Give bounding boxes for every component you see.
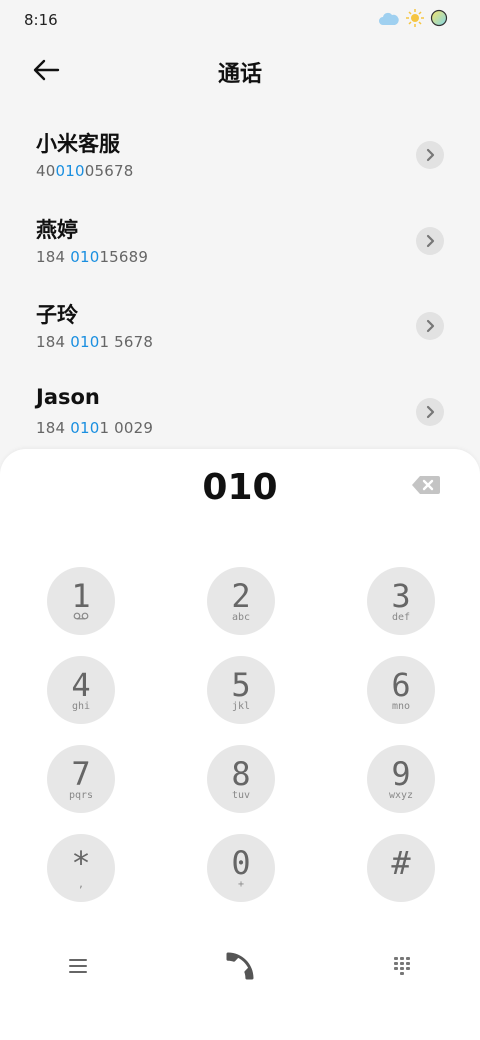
app-header: 通话 <box>0 44 480 96</box>
key-digit: 6 <box>391 666 411 704</box>
key-letters: + <box>237 879 245 890</box>
key-digit: 8 <box>231 755 251 793</box>
matched-digits: 010 <box>70 333 100 351</box>
key-5[interactable]: 5 jkl <box>207 656 275 724</box>
key-digit: 3 <box>391 577 411 615</box>
contact-detail-button[interactable] <box>416 141 444 169</box>
battery-icon <box>430 9 448 31</box>
key-letters: mno <box>391 701 411 712</box>
key-digit: 9 <box>391 755 411 793</box>
key-digit: * <box>71 844 91 882</box>
key-3[interactable]: 3 def <box>367 567 435 635</box>
key-digit: 2 <box>231 577 251 615</box>
key-star[interactable]: * , <box>47 834 115 902</box>
chevron-right-icon <box>426 319 435 333</box>
key-digit: 1 <box>71 577 91 615</box>
key-letters: ghi <box>71 701 91 712</box>
key-hash[interactable]: # <box>367 834 435 902</box>
backspace-button[interactable] <box>411 474 441 496</box>
dialpad-toggle-button[interactable] <box>380 944 424 988</box>
chevron-right-icon <box>426 405 435 418</box>
dialed-number: 010 <box>202 467 278 508</box>
menu-button[interactable] <box>56 944 100 988</box>
key-letters: , <box>77 879 85 890</box>
key-2[interactable]: 2 abc <box>207 567 275 635</box>
key-digit: 0 <box>231 844 251 882</box>
contact-item[interactable]: 小米客服 4001005678 <box>0 112 480 198</box>
status-time: 8:16 <box>24 11 58 29</box>
chevron-right-icon <box>426 148 435 162</box>
contact-name: Jason <box>36 384 100 409</box>
key-digit: 5 <box>231 666 251 704</box>
backspace-icon <box>412 476 440 494</box>
chevron-right-icon <box>426 234 435 247</box>
key-digit: # <box>391 844 411 882</box>
contact-name: 燕婷 <box>36 217 78 242</box>
contact-item[interactable]: Jason 184 0101 0029 <box>0 369 480 455</box>
matched-digits: 010 <box>55 162 85 180</box>
contact-detail-button[interactable] <box>416 312 444 340</box>
contact-item[interactable]: 燕婷 184 01015689 <box>0 198 480 284</box>
page-title: 通话 <box>217 62 262 87</box>
matched-digits: 010 <box>70 247 100 266</box>
status-bar: 8:16 <box>0 0 480 40</box>
key-letters: jkl <box>231 701 251 712</box>
cloud-weather-icon <box>378 11 400 30</box>
key-digit: 7 <box>71 755 91 793</box>
contact-detail-button[interactable] <box>416 397 444 426</box>
phone-icon <box>226 952 254 980</box>
dialer-panel: 010 1 2 abc 3 def 4 ghi 5 jkl 6 mno 7 pq… <box>0 449 480 1040</box>
contact-number: 4001005678 <box>36 162 134 180</box>
key-1[interactable]: 1 <box>47 567 115 635</box>
key-4[interactable]: 4 ghi <box>47 656 115 724</box>
key-letters: pqrs <box>68 790 94 801</box>
menu-icon <box>69 959 87 973</box>
contact-number: 184 0101 5678 <box>36 333 154 351</box>
key-letters: wxyz <box>388 790 414 801</box>
contact-detail-button[interactable] <box>416 226 444 255</box>
key-8[interactable]: 8 tuv <box>207 745 275 813</box>
contact-name: 小米客服 <box>36 132 120 156</box>
key-7[interactable]: 7 pqrs <box>47 745 115 813</box>
key-9[interactable]: 9 wxyz <box>367 745 435 813</box>
key-6[interactable]: 6 mno <box>367 656 435 724</box>
contact-item[interactable]: 子玲 184 0101 5678 <box>0 283 480 369</box>
contact-name: 子玲 <box>36 303 78 327</box>
voicemail-icon <box>47 612 115 623</box>
contact-suggestion-list: 小米客服 4001005678 燕婷 184 01015689 子玲 184 0… <box>0 112 480 454</box>
sun-weather-icon <box>406 9 424 31</box>
key-letters: def <box>391 612 411 623</box>
key-digit: 4 <box>71 666 91 704</box>
key-letters: abc <box>231 612 251 623</box>
key-0[interactable]: 0 + <box>207 834 275 902</box>
call-button[interactable] <box>216 944 264 988</box>
contact-number: 184 0101 0029 <box>36 418 154 437</box>
status-icons <box>378 9 448 31</box>
dialer-action-bar <box>0 944 480 994</box>
contact-number: 184 01015689 <box>36 247 149 266</box>
matched-digits: 010 <box>70 418 100 437</box>
dialpad-icon <box>394 957 410 975</box>
key-letters: tuv <box>231 790 251 801</box>
